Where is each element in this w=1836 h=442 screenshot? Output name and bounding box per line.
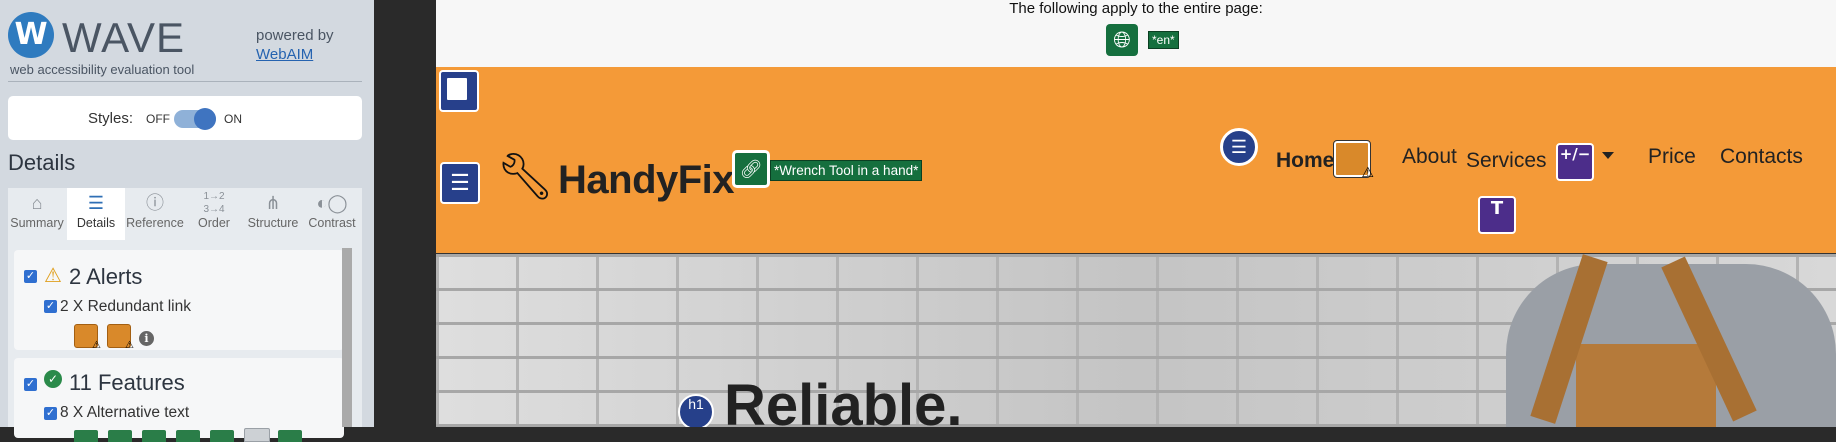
tab-label: Order <box>198 216 230 230</box>
divider <box>8 81 362 82</box>
heading-h1-icon[interactable]: h1 <box>678 394 714 427</box>
check-circle-icon: ✓ <box>44 370 62 388</box>
redundant-link-icon[interactable]: ⚠ <box>107 324 134 351</box>
tab-label: Reference <box>126 216 184 230</box>
alt-text-icon[interactable] <box>278 430 302 442</box>
alt-text-checkbox[interactable]: ✓ <box>44 407 57 420</box>
styles-toggle-box: Styles: OFF ON <box>8 96 362 140</box>
features-card: ✓ ✓ 11 Features ✓ 8 X Alternative text <box>14 358 344 442</box>
tab-details[interactable]: ☰ Details <box>67 188 125 242</box>
wrench-hand-icon: 🔧︎ <box>496 150 555 202</box>
hero-section: h1 Reliable. <box>436 254 1836 427</box>
tab-reference[interactable]: ⓘ Reference <box>126 188 184 240</box>
alt-text-icon[interactable] <box>108 430 132 442</box>
alt-text-icon[interactable] <box>74 430 98 442</box>
aria-label-icon[interactable]: T <box>1478 196 1516 234</box>
evaluated-page: The following apply to the entire page: … <box>436 0 1836 427</box>
details-panel: ✓ ⚠ 2 Alerts ✓ 2 X Redundant link ⚠ ⚠ i … <box>8 240 362 442</box>
toggle-knob <box>194 108 216 130</box>
page-level-banner: The following apply to the entire page: … <box>436 0 1836 67</box>
linked-image-icon[interactable]: 🔗︎ <box>732 150 770 188</box>
styles-label: Styles: <box>88 110 134 127</box>
alt-text-label: 8 X Alternative text <box>60 404 190 421</box>
list-icon: ☰ <box>87 193 105 213</box>
navigation-landmark-icon[interactable]: ☰ <box>440 162 480 204</box>
divider-gutter <box>374 0 436 427</box>
redundant-link-checkbox[interactable]: ✓ <box>44 300 57 313</box>
details-heading: Details <box>8 150 76 175</box>
styles-toggle[interactable] <box>174 108 216 130</box>
panel-scrollbar[interactable] <box>342 248 352 427</box>
globe-icon[interactable]: 🌐︎ <box>1106 24 1138 56</box>
alt-text-icon[interactable] <box>176 430 200 442</box>
alerts-checkbox[interactable]: ✓ <box>24 270 37 283</box>
nav-contacts-link[interactable]: Contacts <box>1720 145 1803 169</box>
info-icon: ⓘ <box>146 193 164 213</box>
home-icon: ⌂ <box>31 193 43 213</box>
alt-text-icon[interactable] <box>244 428 270 442</box>
wave-header: W WAVE web accessibility evaluation tool… <box>8 12 363 82</box>
navigation-bar: ☰ 🔧︎ HandyFix 🔗︎ *Wrench Tool in a hand*… <box>436 112 1836 254</box>
banner-text: The following apply to the entire page: <box>1009 0 1263 17</box>
sidebar-tabs: ⌂ Summary ☰ Details ⓘ Reference 1→2 3→4 Order… <box>8 188 362 242</box>
nav-home-link[interactable]: Home <box>1276 149 1334 173</box>
webaim-link[interactable]: WebAIM <box>256 45 334 64</box>
alerts-title: 2 Alerts <box>69 264 143 289</box>
features-checkbox[interactable]: ✓ <box>24 378 37 391</box>
structure-icon: ⋔ <box>265 193 281 213</box>
warning-icon: ⚠ <box>125 340 134 351</box>
header-landmark-icon[interactable] <box>439 70 479 112</box>
tab-label: Summary <box>10 216 64 230</box>
redundant-link-label: 2 X Redundant link <box>60 298 191 315</box>
wave-sidebar: W WAVE web accessibility evaluation tool… <box>0 0 374 442</box>
wave-title: WAVE <box>62 14 186 61</box>
wave-logo-icon: W <box>8 12 54 58</box>
tab-structure[interactable]: ⋔ Structure <box>244 188 302 240</box>
styles-off-label: OFF <box>146 112 170 126</box>
warning-icon: ⚠ <box>92 340 101 351</box>
header-region <box>436 67 1836 113</box>
tab-order[interactable]: 1→2 3→4 Order <box>185 188 243 240</box>
alert-triangle-icon: ⚠ <box>44 265 62 287</box>
alerts-card: ✓ ⚠ 2 Alerts ✓ 2 X Redundant link ⚠ ⚠ i <box>14 250 344 351</box>
redundant-link-alert-icon[interactable]: ⚠ <box>1333 140 1374 180</box>
powered-by: powered by WebAIM <box>256 26 334 64</box>
alt-text-icon[interactable] <box>142 430 166 442</box>
chevron-down-icon[interactable] <box>1602 152 1614 159</box>
tab-label: Structure <box>247 216 299 230</box>
redundant-link-icon[interactable]: ⚠ <box>74 324 101 351</box>
powered-by-text: powered by <box>256 27 334 44</box>
order-icon: 1→2 3→4 <box>203 191 225 215</box>
brand-name[interactable]: HandyFix <box>558 158 735 203</box>
alt-text-label: *Wrench Tool in a hand* <box>770 160 923 181</box>
unordered-list-icon[interactable]: ☰ <box>1220 128 1258 166</box>
styles-on-label: ON <box>224 112 242 126</box>
info-icon[interactable]: i <box>139 331 154 346</box>
contrast-icon: ◐◯ <box>316 193 348 213</box>
worker-image <box>1446 254 1836 427</box>
wave-subtitle: web accessibility evaluation tool <box>10 62 195 77</box>
nav-about-link[interactable]: About <box>1402 145 1457 169</box>
nav-services-link[interactable]: Services <box>1466 149 1547 173</box>
features-title: 11 Features <box>69 370 185 395</box>
alt-text-icon[interactable] <box>210 430 234 442</box>
tab-label: Details <box>76 216 116 230</box>
overall-bib <box>1576 344 1716 427</box>
language-label: *en* <box>1148 31 1179 49</box>
tab-summary[interactable]: ⌂ Summary <box>8 188 66 240</box>
aria-expanded-icon[interactable]: +/− <box>1556 143 1594 181</box>
hero-heading: Reliable. <box>724 373 963 427</box>
tab-contrast[interactable]: ◐◯ Contrast <box>303 188 361 240</box>
warning-icon: ⚠ <box>1361 164 1374 180</box>
tab-label: Contrast <box>308 216 356 230</box>
nav-price-link[interactable]: Price <box>1648 145 1696 169</box>
